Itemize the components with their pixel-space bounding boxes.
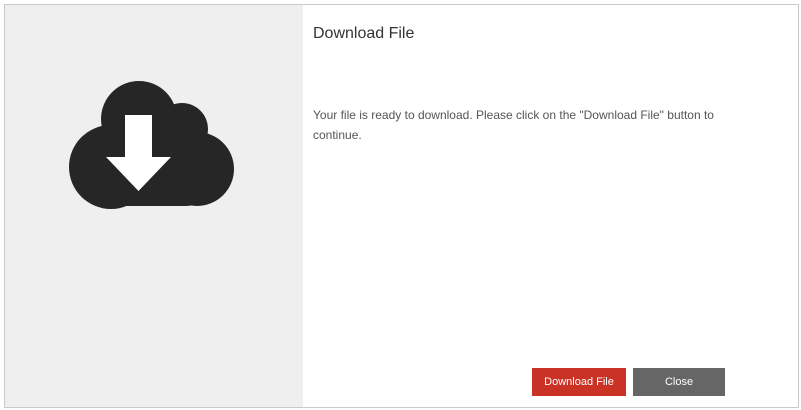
dialog-actions: Download File Close bbox=[532, 368, 725, 396]
download-file-button[interactable]: Download File bbox=[532, 368, 626, 396]
icon-panel bbox=[5, 5, 303, 407]
download-dialog: Download File Your file is ready to down… bbox=[4, 4, 799, 408]
dialog-title: Download File bbox=[313, 25, 415, 42]
cloud-download-icon bbox=[69, 81, 234, 209]
content-panel: Download File Your file is ready to down… bbox=[303, 5, 798, 407]
dialog-message: Your file is ready to download. Please c… bbox=[313, 108, 714, 142]
close-button[interactable]: Close bbox=[633, 368, 725, 396]
